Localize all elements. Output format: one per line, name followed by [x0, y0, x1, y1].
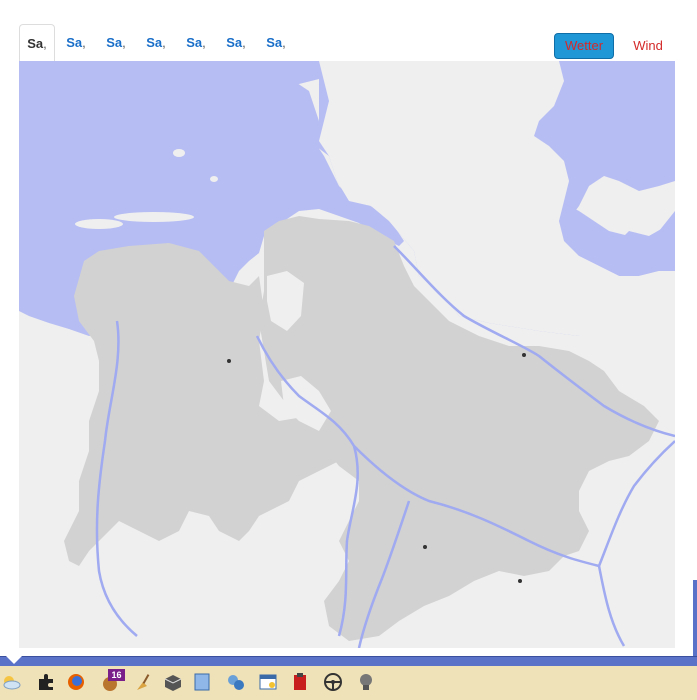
- city-dot: [522, 353, 526, 357]
- weather-cloud-icon[interactable]: [1, 672, 21, 692]
- tab-day-7[interactable]: Sa,: [257, 24, 295, 60]
- taskbar-notch: [6, 656, 22, 664]
- steering-icon[interactable]: [323, 672, 343, 692]
- package-icon[interactable]: [163, 672, 183, 692]
- window-icon[interactable]: [258, 672, 278, 692]
- taskbar-strip: [0, 656, 697, 666]
- network-icon[interactable]: [226, 672, 246, 692]
- tab-day-3[interactable]: Sa,: [97, 24, 135, 60]
- tab-day-4[interactable]: Sa,: [137, 24, 175, 60]
- weather-map[interactable]: [19, 61, 675, 648]
- day-tabs: Sa, Sa, Sa, Sa, Sa, Sa, Sa, Wetter Wind: [19, 24, 675, 63]
- city-dot: [423, 545, 427, 549]
- clipboard-icon[interactable]: [290, 672, 310, 692]
- broom-icon[interactable]: [133, 672, 153, 692]
- tab-day-5[interactable]: Sa,: [177, 24, 215, 60]
- tab-day-6[interactable]: Sa,: [217, 24, 255, 60]
- wind-button[interactable]: Wind: [624, 33, 672, 59]
- map-svg: [19, 61, 675, 648]
- map-icon[interactable]: [192, 672, 212, 692]
- island: [173, 149, 185, 157]
- taskbar: [0, 656, 697, 700]
- weather-widget: Sa, Sa, Sa, Sa, Sa, Sa, Sa, Wetter Wind: [19, 24, 675, 648]
- city-dot: [227, 359, 231, 363]
- puzzle-icon[interactable]: [36, 672, 56, 692]
- firefox-icon[interactable]: [66, 672, 86, 692]
- tab-day-1[interactable]: Sa,: [19, 24, 55, 63]
- wetter-button[interactable]: Wetter: [554, 33, 614, 59]
- island: [114, 212, 194, 222]
- city-dot: [518, 579, 522, 583]
- scrollbar-edge[interactable]: [693, 580, 697, 656]
- island: [75, 219, 123, 229]
- island: [210, 176, 218, 182]
- notification-badge: 16: [108, 669, 125, 681]
- tab-day-2[interactable]: Sa,: [57, 24, 95, 60]
- bulb-icon[interactable]: [356, 672, 376, 692]
